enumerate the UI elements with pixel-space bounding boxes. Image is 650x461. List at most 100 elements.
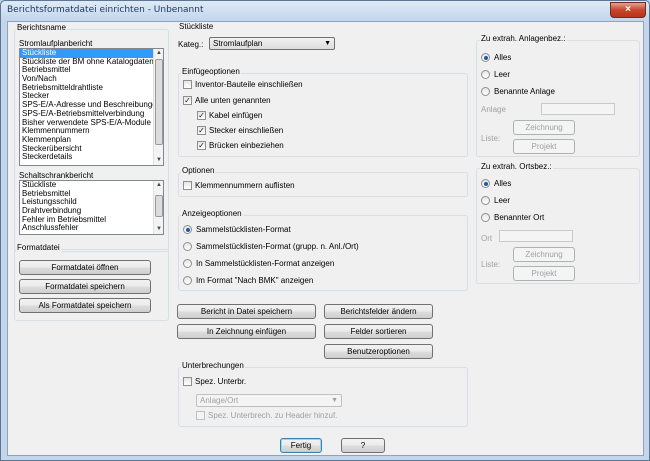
installation-list-label: Liste: [481,134,501,143]
header-break-label: Spez. Unterbrech. zu Header hinzuf. [208,411,338,420]
category-select[interactable]: Stromlaufplan ▼ [209,37,335,50]
include-connectors-checkbox[interactable]: ✓ Stecker einschließen [197,126,283,135]
summary-bom-grouped-radio[interactable]: Sammelstücklisten-Format (grupp. n. Anl.… [183,242,359,251]
panel-report-list[interactable]: Stückliste Betriebsmittel Leistungsschild D… [19,180,164,235]
radio-label: Benannte Anlage [494,87,555,96]
scroll-thumb[interactable] [155,59,163,145]
insert-cables-checkbox[interactable]: ✓ Kabel einfügen [197,111,262,120]
sort-fields-button[interactable]: Felder sortieren [324,324,433,339]
scroll-up-icon[interactable]: ▲ [154,181,163,190]
break-type-select[interactable]: Anlage/Ort ▼ [196,394,342,407]
checkbox-label: Inventor-Bauteile einschließen [195,80,303,89]
radio-label: Leer [494,196,511,205]
show-by-tag-radio[interactable]: Im Format "Nach BMK" anzeigen [183,276,313,285]
panel-list-scrollbar[interactable]: ▲ ▼ [153,181,163,234]
open-format-file-button[interactable]: Formatdatei öffnen [19,260,151,275]
save-report-to-file-button[interactable]: Bericht in Datei speichern [177,304,316,319]
dialog-client: Berichtsname Stromlaufplanbericht Stückl… [7,21,644,456]
checkmark-icon: ✓ [197,111,206,120]
list-item[interactable]: Steckerdetails [20,153,163,162]
help-button[interactable]: ? [341,438,385,453]
radio-label: Leer [494,70,511,79]
installation-drawing-button[interactable]: Zeichnung [513,120,575,135]
install-empty-radio[interactable]: Leer [481,70,510,79]
radio-label: In Sammelstücklisten-Format anzeigen [196,259,335,268]
location-project-button[interactable]: Projekt [513,266,575,281]
radio-dot [183,225,192,234]
report-name-group-label: Berichtsname [16,23,67,32]
checkbox-box [183,80,192,89]
checkbox-label: Brücken einbeziehen [209,141,284,150]
radio-label: Alles [494,53,512,62]
location-empty-radio[interactable]: Leer [481,196,510,205]
radio-dot [481,179,490,188]
location-drawing-button[interactable]: Zeichnung [513,247,575,262]
checkbox-box [183,181,192,190]
include-jumpers-checkbox[interactable]: ✓ Brücken einbeziehen [197,141,284,150]
title-bar: Berichtsformatdatei einrichten - Unbenan… [1,1,649,21]
all-below-checkbox[interactable]: ✓ Alle unten genannten [183,96,271,105]
user-options-button[interactable]: Benutzeroptionen [324,344,433,359]
schematic-report-list[interactable]: Stückliste Stückliste der BM ohne Katalog… [19,48,164,166]
location-all-radio[interactable]: Alles [481,179,511,188]
save-format-file-button[interactable]: Formatdatei speichern [19,279,151,294]
location-named-radio[interactable]: Benannter Ort [481,213,544,222]
radio-dot [183,276,192,285]
radio-dot [481,196,490,205]
radio-dot [183,242,192,251]
schematic-list-scrollbar[interactable]: ▲ ▼ [153,49,163,165]
radio-dot [481,213,490,222]
radio-label: Im Format "Nach BMK" anzeigen [196,276,314,285]
scroll-thumb[interactable] [155,195,163,217]
installation-project-button[interactable]: Projekt [513,139,575,154]
panel-report-label: Schaltschrankbericht [19,171,94,180]
checkbox-label: Kabel einfügen [209,111,263,120]
location-list-label: Liste: [481,260,501,269]
checkmark-icon: ✓ [197,141,206,150]
terminal-numbers-checkbox[interactable]: Klemmennummern auflisten [183,181,295,190]
installation-input[interactable] [541,103,615,115]
show-summary-format-radio[interactable]: In Sammelstücklisten-Format anzeigen [183,259,334,268]
location-input[interactable] [499,230,573,242]
radio-dot [481,87,490,96]
format-file-group-label: Formatdatei [16,243,61,252]
radio-label: Alles [494,179,512,188]
checkbox-label: Alle unten genannten [195,96,271,105]
inventor-parts-checkbox[interactable]: Inventor-Bauteile einschließen [183,80,303,89]
scroll-up-icon[interactable]: ▲ [154,49,163,58]
radio-label: Benannter Ort [494,213,545,222]
location-field-label: Ort [481,234,493,243]
scroll-down-icon[interactable]: ▼ [154,156,163,165]
category-label: Kateg.: [178,40,204,49]
break-type-value: Anlage/Ort [200,396,239,405]
installation-group-label: Zu extrah. Anlagenbez.: [480,34,567,43]
install-named-radio[interactable]: Benannte Anlage [481,87,555,96]
list-item[interactable]: Anschlussfehler [20,224,163,233]
chevron-down-icon: ▼ [331,397,338,404]
insert-into-drawing-button[interactable]: In Zeichnung einfügen [177,324,316,339]
radio-dot [481,53,490,62]
radio-dot [183,259,192,268]
special-break-label: Spez. Unterbr. [195,377,247,386]
checkbox-box [196,411,205,420]
checkbox-label: Stecker einschließen [209,126,284,135]
category-value: Stromlaufplan [213,39,263,48]
chevron-down-icon: ▼ [324,40,331,47]
close-button[interactable]: × [610,2,646,18]
display-options-group-label: Anzeigeoptionen [181,209,243,218]
terminal-numbers-label: Klemmennummern auflisten [195,181,295,190]
radio-dot [481,70,490,79]
install-all-radio[interactable]: Alles [481,53,511,62]
special-break-checkbox[interactable]: Spez. Unterbr. [183,377,246,386]
save-as-format-file-button[interactable]: Als Formatdatei speichern [19,298,151,313]
options-group-label: Optionen [181,166,216,175]
scroll-down-icon[interactable]: ▼ [154,225,163,234]
checkbox-box [183,377,192,386]
window-title: Berichtsformatdatei einrichten - Unbenan… [7,5,204,15]
checkmark-icon: ✓ [183,96,192,105]
done-button[interactable]: Fertig [280,438,322,453]
summary-bom-radio[interactable]: Sammelstücklisten-Format [183,225,291,234]
radio-label: Sammelstücklisten-Format [196,225,291,234]
header-break-checkbox[interactable]: Spez. Unterbrech. zu Header hinzuf. [196,411,337,420]
change-report-fields-button[interactable]: Berichtsfelder ändern [324,304,433,319]
